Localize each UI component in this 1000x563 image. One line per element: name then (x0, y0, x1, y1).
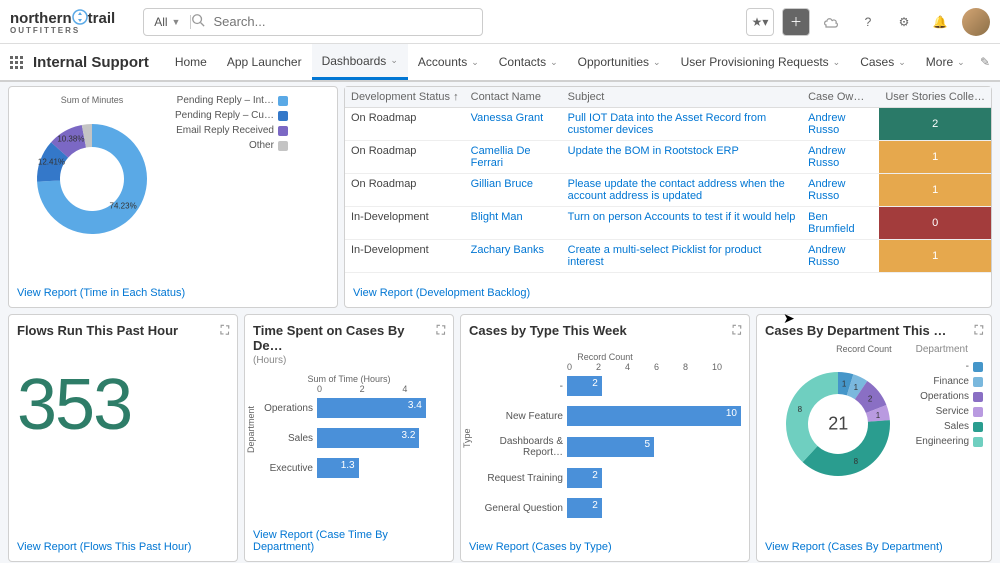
svg-text:8: 8 (798, 405, 803, 414)
chevron-down-icon: ▼ (172, 17, 181, 27)
svg-text:2: 2 (868, 394, 873, 403)
edit-icon[interactable]: ✎ (980, 55, 990, 69)
view-report-link[interactable]: View Report (Development Backlog) (353, 287, 983, 299)
app-launcher-icon[interactable] (10, 56, 23, 69)
nav-app-launcher[interactable]: App Launcher (217, 44, 312, 80)
svg-text:1: 1 (854, 383, 859, 392)
search-box[interactable]: All▼ (143, 8, 483, 36)
notifications-button[interactable]: 🔔 (926, 8, 954, 36)
chevron-down-icon: ⌄ (833, 57, 841, 68)
card-time-in-status: Sum of Minutes 74.23% 12.41% 10.38% Pendin… (8, 86, 338, 308)
donut2-center: 21 (828, 414, 848, 435)
backlog-table: Development Status ↑Contact NameSubjectC… (345, 87, 991, 273)
search-scope[interactable]: All▼ (144, 15, 191, 29)
donut1-title: Sum of Minutes (17, 95, 167, 105)
nav-bar: Internal Support HomeApp LauncherDashboa… (0, 44, 1000, 82)
flows-value: 353 (17, 364, 229, 446)
nav-more[interactable]: More ⌄ (916, 44, 975, 80)
view-report-link[interactable]: View Report (Cases by Type) (469, 541, 741, 553)
view-report-link[interactable]: View Report (Flows This Past Hour) (17, 541, 229, 553)
nav-dashboards[interactable]: Dashboards ⌄ (312, 44, 408, 80)
chevron-down-icon: ⌄ (653, 57, 661, 68)
table-row[interactable]: In-DevelopmentBlight ManTurn on person A… (345, 207, 991, 240)
card-title: Flows Run This Past Hour (17, 323, 178, 338)
favorites-button[interactable]: ★▾ (746, 8, 774, 36)
nav-cases[interactable]: Cases ⌄ (850, 44, 916, 80)
table-row[interactable]: On RoadmapVanessa GrantPull IOT Data int… (345, 108, 991, 141)
table-row[interactable]: On RoadmapGillian BrucePlease update the… (345, 174, 991, 207)
card-dev-backlog: Development Status ↑Contact NameSubjectC… (344, 86, 992, 308)
expand-icon[interactable]: ⛶ (733, 323, 741, 338)
view-report-link[interactable]: View Report (Time in Each Status) (17, 287, 329, 299)
logo-text-1: northern (10, 10, 72, 27)
search-icon (191, 13, 207, 30)
svg-text:8: 8 (854, 457, 859, 466)
chevron-down-icon: ⌄ (550, 57, 558, 68)
add-button[interactable]: ＋ (782, 8, 810, 36)
donut-chart: 74.23% 12.41% 10.38% (17, 109, 167, 249)
nav-home[interactable]: Home (165, 44, 217, 80)
svg-text:74.23%: 74.23% (110, 202, 137, 211)
expand-icon[interactable]: ⛶ (221, 323, 229, 338)
view-report-link[interactable]: View Report (Case Time By Department) (253, 529, 445, 553)
expand-icon[interactable]: ⛶ (437, 323, 445, 338)
donut1-legend: Pending Reply – Int…Pending Reply – Cu…E… (175, 95, 288, 245)
view-report-link[interactable]: View Report (Cases By Department) (765, 541, 983, 553)
table-row[interactable]: In-DevelopmentZachary BanksCreate a mult… (345, 240, 991, 273)
chevron-down-icon: ⌄ (957, 57, 965, 68)
card-cases-by-dept: Cases By Department This …⛶ Record Count… (756, 314, 992, 562)
chevron-down-icon: ⌄ (898, 57, 906, 68)
nav-opportunities[interactable]: Opportunities ⌄ (568, 44, 671, 80)
search-input[interactable] (207, 14, 482, 29)
svg-text:1: 1 (842, 379, 847, 388)
expand-icon[interactable]: ⛶ (975, 323, 983, 338)
nav-contacts[interactable]: Contacts ⌄ (489, 44, 568, 80)
svg-text:12.41%: 12.41% (38, 158, 65, 167)
settings-button[interactable]: ⚙ (890, 8, 918, 36)
dashboard: Sum of Minutes 74.23% 12.41% 10.38% Pendin… (0, 82, 1000, 563)
nav-user-provisioning-requests[interactable]: User Provisioning Requests ⌄ (671, 44, 851, 80)
top-bar: northern trail OUTFITTERS All▼ ★▾ ＋ ? ⚙ 🔔 (0, 0, 1000, 44)
card-title: Cases By Department This … (765, 323, 946, 338)
logo-sub: OUTFITTERS (10, 27, 115, 35)
svg-text:10.38%: 10.38% (57, 135, 84, 144)
user-avatar[interactable] (962, 8, 990, 36)
card-cases-by-type: Cases by Type This Week⛶ Record Count 02… (460, 314, 750, 562)
card-title: Time Spent on Cases By De… (253, 323, 437, 353)
salesforce-icon[interactable] (818, 8, 846, 36)
card-title: Cases by Type This Week (469, 323, 627, 338)
svg-text:1: 1 (876, 411, 881, 420)
card-flows: Flows Run This Past Hour ⛶ 353 View Repor… (8, 314, 238, 562)
dept-legend: Department -FinanceOperationsServiceSale… (916, 344, 983, 541)
logo: northern trail OUTFITTERS (10, 9, 115, 35)
nav-accounts[interactable]: Accounts ⌄ (408, 44, 489, 80)
chevron-down-icon: ⌄ (471, 57, 479, 68)
table-row[interactable]: On RoadmapCamellia De FerrariUpdate the … (345, 141, 991, 174)
card-time-by-dept: Time Spent on Cases By De…⛶ (Hours) Sum … (244, 314, 454, 562)
app-name: Internal Support (33, 54, 149, 71)
chevron-down-icon: ⌄ (390, 55, 398, 66)
help-button[interactable]: ? (854, 8, 882, 36)
top-right-icons: ★▾ ＋ ? ⚙ 🔔 (746, 8, 990, 36)
logo-text-2: trail (88, 10, 116, 27)
